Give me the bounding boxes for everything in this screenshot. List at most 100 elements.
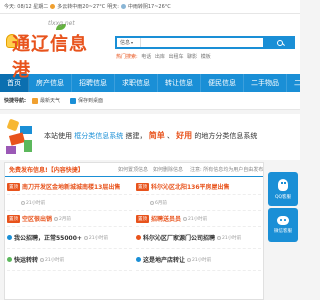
search-button[interactable] bbox=[265, 36, 295, 49]
list-item[interactable]: 这是地产店转让 21小时前 bbox=[136, 249, 261, 271]
latest-weather-link[interactable]: 最新天气 bbox=[32, 97, 60, 104]
desktop-icon bbox=[70, 97, 77, 104]
list-item[interactable]: 置顶 空区很出销 2月前 bbox=[7, 211, 132, 227]
list-item[interactable]: 快运转转 21小时前 bbox=[7, 249, 132, 271]
logo-domain: tlxxg.net bbox=[48, 20, 75, 27]
notice-text: 注意: 所有信息均为用户自由发布 bbox=[190, 167, 264, 173]
list-item[interactable]: 置顶 南刀开发区金地新城城南楼13层出售 bbox=[7, 179, 132, 195]
save-desktop-link[interactable]: 保存到桌面 bbox=[70, 97, 103, 104]
clock-icon bbox=[183, 216, 188, 221]
list-item-meta-row: 6月前 bbox=[136, 195, 261, 211]
list-item-time: 21小时前 bbox=[40, 257, 64, 263]
rain-weather-icon bbox=[120, 4, 126, 9]
banner-suffix: 的地方分类信息系统 bbox=[194, 132, 258, 140]
hot-keyword[interactable]: 出租车 bbox=[169, 54, 184, 60]
nav-item-secondhand[interactable]: 二手物品 bbox=[244, 74, 287, 92]
hot-keyword[interactable]: 聊影 bbox=[187, 54, 197, 60]
clock-icon bbox=[217, 235, 222, 240]
top-badge: 置顶 bbox=[7, 182, 20, 191]
list-item-title[interactable]: 招聘送员员 bbox=[151, 214, 181, 223]
site-logo[interactable]: tlxxg.net 通辽信息港 bbox=[6, 20, 106, 81]
list-item-time: 21小时前 bbox=[21, 200, 45, 206]
list-item[interactable]: 置顶 招聘送员员 21小时前 bbox=[136, 211, 261, 227]
list-item[interactable]: 我公招聘，正常55000+ 21小时前 bbox=[7, 227, 132, 249]
banner-slogan: 本站使用 框分类信息系统 搭建， 简单 、 好用 的地方分类信息系统 bbox=[44, 130, 257, 141]
banner-simple: 简单 bbox=[148, 131, 165, 140]
wechat-service-label: 微信客服 bbox=[274, 229, 292, 234]
hot-search-label: 热门搜索: bbox=[116, 54, 138, 60]
list-item-time: 21小时前 bbox=[183, 216, 207, 222]
panel-header: 免费发布信息!【内容快捷】 如何置顶信息 如何删除信息 注意: 所有信息均为用户… bbox=[5, 163, 263, 177]
clock-icon bbox=[150, 200, 154, 205]
top-badge: 置顶 bbox=[136, 214, 149, 223]
hot-keyword[interactable]: 电话 bbox=[141, 54, 151, 60]
banner-prefix: 本站使用 bbox=[44, 132, 72, 140]
logo-name: 通辽信息港 bbox=[12, 34, 88, 81]
clock-icon bbox=[83, 235, 88, 240]
how-to-top-link[interactable]: 如何置顶信息 bbox=[118, 166, 148, 173]
nav-item-jobseek[interactable]: 求职信息 bbox=[115, 74, 158, 92]
list-item-title[interactable]: 我公招聘，正常55000+ bbox=[14, 233, 82, 242]
colorful-shapes-icon bbox=[6, 118, 36, 156]
search-category-select[interactable]: 信息 ▾ bbox=[117, 38, 141, 47]
list-item[interactable]: 科尔沁区厂家源门公司招聘 21小时前 bbox=[136, 227, 261, 249]
site-header: tlxxg.net 通辽信息港 信息 ▾ 热门搜索: 电话 出库 出租车 聊影 … bbox=[0, 14, 300, 81]
list-item-title[interactable]: 快运转转 bbox=[14, 255, 38, 264]
qq-penguin-icon bbox=[278, 178, 288, 191]
how-to-delete-link[interactable]: 如何删除信息 bbox=[153, 166, 183, 173]
quick-nav-bar: 快捷导航: 最新天气 保存到桌面 bbox=[0, 92, 300, 110]
top-badge: 置顶 bbox=[7, 214, 20, 223]
list-item-title[interactable]: 这是地产店转让 bbox=[143, 255, 185, 264]
bullet-icon bbox=[136, 235, 141, 240]
qq-service-label: QQ客服 bbox=[274, 194, 292, 200]
nav-item-transfer[interactable]: 转让信息 bbox=[158, 74, 201, 92]
list-item-time: 21小时前 bbox=[83, 235, 108, 241]
search-box: 信息 ▾ bbox=[115, 36, 265, 49]
list-item-time: 21小时前 bbox=[217, 235, 241, 241]
hot-search-bar: 热门搜索: 电话 出库 出租车 聊影 模板 bbox=[116, 53, 213, 60]
list-item-time: 21小时前 bbox=[187, 257, 211, 263]
search-icon bbox=[277, 39, 283, 46]
clock-icon bbox=[54, 216, 59, 221]
list-item-meta-row: 21小时前 bbox=[7, 195, 132, 211]
bullet-icon bbox=[7, 257, 12, 262]
nav-item-usedcar[interactable]: 二手车 bbox=[287, 74, 300, 92]
list-item-title[interactable]: 南刀开发区金地新城城南楼13层出售 bbox=[22, 182, 120, 191]
latest-weather-label: 最新天气 bbox=[40, 98, 61, 104]
hot-keyword[interactable]: 模板 bbox=[201, 54, 211, 60]
panel-title[interactable]: 免费发布信息!【内容快捷】 bbox=[5, 165, 84, 174]
weather-icon bbox=[32, 97, 38, 104]
list-item-title[interactable]: 科尔沁区厂家源门公司招聘 bbox=[143, 233, 215, 242]
weather-today-text: 多云转中雨20~27°C bbox=[57, 4, 106, 10]
list-item[interactable]: 置顶 科尔沁区北阳136平房屋出售 bbox=[136, 179, 261, 195]
date-text: 今天: 08/12 星期二 bbox=[4, 4, 49, 10]
wechat-icon bbox=[277, 216, 289, 225]
list-item-time: 6月前 bbox=[150, 200, 167, 206]
bullet-icon bbox=[136, 257, 141, 262]
tomorrow-label: 明天: bbox=[107, 4, 119, 10]
nav-item-services[interactable]: 便民信息 bbox=[201, 74, 244, 92]
listing-column-left: 置顶 南刀开发区金地新城城南楼13层出售 21小时前 置顶 空区很出销 2月前 … bbox=[7, 179, 132, 271]
list-item-title[interactable]: 空区很出销 bbox=[22, 214, 52, 223]
hot-keyword[interactable]: 出库 bbox=[155, 54, 165, 60]
clock-icon bbox=[187, 257, 192, 262]
wechat-service-button[interactable]: 微信客服 bbox=[268, 208, 298, 242]
top-info-bar: 今天: 08/12 星期二 多云转中雨20~27°C 明天: 中雨转阴17~26… bbox=[0, 0, 300, 14]
listing-column-right: 置顶 科尔沁区北阳136平房屋出售 6月前 置顶 招聘送员员 21小时前 科尔沁… bbox=[136, 179, 261, 271]
banner-sep: 、 bbox=[166, 132, 174, 140]
search-category-label: 信息 bbox=[120, 40, 131, 46]
qq-service-button[interactable]: QQ客服 bbox=[268, 172, 298, 206]
clock-icon bbox=[40, 257, 45, 262]
search-input[interactable] bbox=[141, 38, 263, 47]
bullet-icon bbox=[7, 235, 12, 240]
list-item-title[interactable]: 科尔沁区北阳136平房屋出售 bbox=[151, 182, 230, 191]
promo-banner: 本站使用 框分类信息系统 搭建， 简单 、 好用 的地方分类信息系统 bbox=[0, 114, 300, 160]
top-badge: 置顶 bbox=[136, 182, 149, 191]
banner-product: 框分类信息系统 bbox=[74, 132, 124, 140]
sunny-cloudy-weather-icon bbox=[50, 4, 56, 9]
clock-icon bbox=[21, 200, 25, 205]
quick-nav-label: 快捷导航: bbox=[4, 98, 26, 104]
save-desktop-label: 保存到桌面 bbox=[78, 98, 104, 104]
chevron-down-icon: ▾ bbox=[131, 40, 134, 45]
listings-panel: 免费发布信息!【内容快捷】 如何置顶信息 如何删除信息 注意: 所有信息均为用户… bbox=[4, 162, 264, 300]
